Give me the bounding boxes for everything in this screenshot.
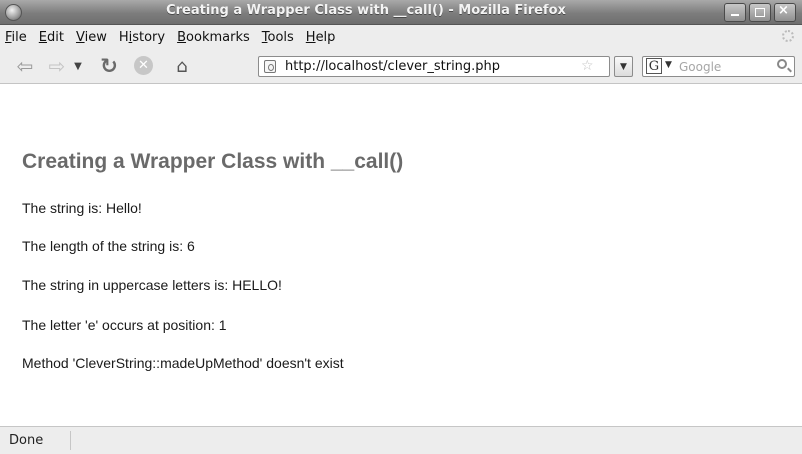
output-line-position: The letter 'e' occurs at position: 1 [22,317,227,333]
minimize-button[interactable] [724,3,746,22]
window-title: Creating a Wrapper Class with __call() -… [166,3,566,18]
output-line-uppercase: The string in uppercase letters is: HELL… [22,277,282,293]
menu-history[interactable]: History [119,30,165,45]
home-icon: ⌂ [176,55,188,77]
output-line-string: The string is: Hello! [22,200,142,216]
menu-edit[interactable]: Edit [39,30,64,45]
menu-bar: File Edit View History Bookmarks Tools H… [0,25,802,49]
page-icon[interactable] [264,60,276,73]
window-controls: × [724,3,796,22]
output-line-error: Method 'CleverString::madeUpMethod' does… [22,355,344,371]
chevron-down-icon[interactable]: ▼ [665,60,672,70]
status-bar: Done [0,426,802,454]
search-icon[interactable] [777,59,787,69]
status-text: Done [9,433,44,448]
browser-window: Creating a Wrapper Class with __call() -… [0,0,802,454]
maximize-icon [755,8,765,17]
reload-button[interactable]: ↻ [97,54,121,78]
forward-arrow-icon: ⇨ [48,54,66,78]
address-dropdown-button[interactable]: ▼ [614,56,633,77]
search-bar[interactable]: G ▼ Google [642,56,795,77]
stop-button[interactable]: ✕ [134,56,153,75]
address-bar[interactable]: http://localhost/clever_string.php ☆ [258,56,610,77]
page-heading: Creating a Wrapper Class with __call() [22,150,404,173]
menu-tools[interactable]: Tools [262,30,294,45]
back-arrow-icon: ⇦ [16,54,34,78]
forward-button[interactable]: ⇨ [44,54,70,78]
status-divider [70,431,71,450]
chevron-down-icon: ▼ [620,61,627,72]
search-input[interactable]: Google [679,60,721,74]
close-button[interactable]: × [774,3,796,22]
activity-throbber-icon [782,30,794,42]
minimize-icon [731,14,739,16]
history-dropdown-button[interactable]: ▼ [70,55,86,77]
stop-icon: ✕ [138,58,149,73]
reload-icon: ↻ [100,54,118,78]
back-button[interactable]: ⇦ [12,54,38,78]
page-content: Creating a Wrapper Class with __call() T… [0,84,802,426]
chevron-down-icon: ▼ [74,60,82,72]
menu-help[interactable]: Help [306,30,336,45]
menu-file[interactable]: File [5,30,27,45]
address-url[interactable]: http://localhost/clever_string.php [285,59,500,74]
close-icon: × [778,3,789,18]
navigation-toolbar: ⇦ ⇨ ▼ ↻ ✕ ⌂ http://localhost/clever_stri… [0,49,802,84]
menu-view[interactable]: View [76,30,107,45]
menu-history-accesskey: i [128,29,133,45]
maximize-button[interactable] [749,3,771,22]
home-button[interactable]: ⌂ [170,55,194,77]
title-bar[interactable]: Creating a Wrapper Class with __call() -… [0,0,802,25]
menu-bookmarks[interactable]: Bookmarks [177,30,250,45]
bookmark-star-icon[interactable]: ☆ [581,58,594,74]
google-engine-icon[interactable]: G [646,58,662,74]
output-line-length: The length of the string is: 6 [22,238,195,254]
